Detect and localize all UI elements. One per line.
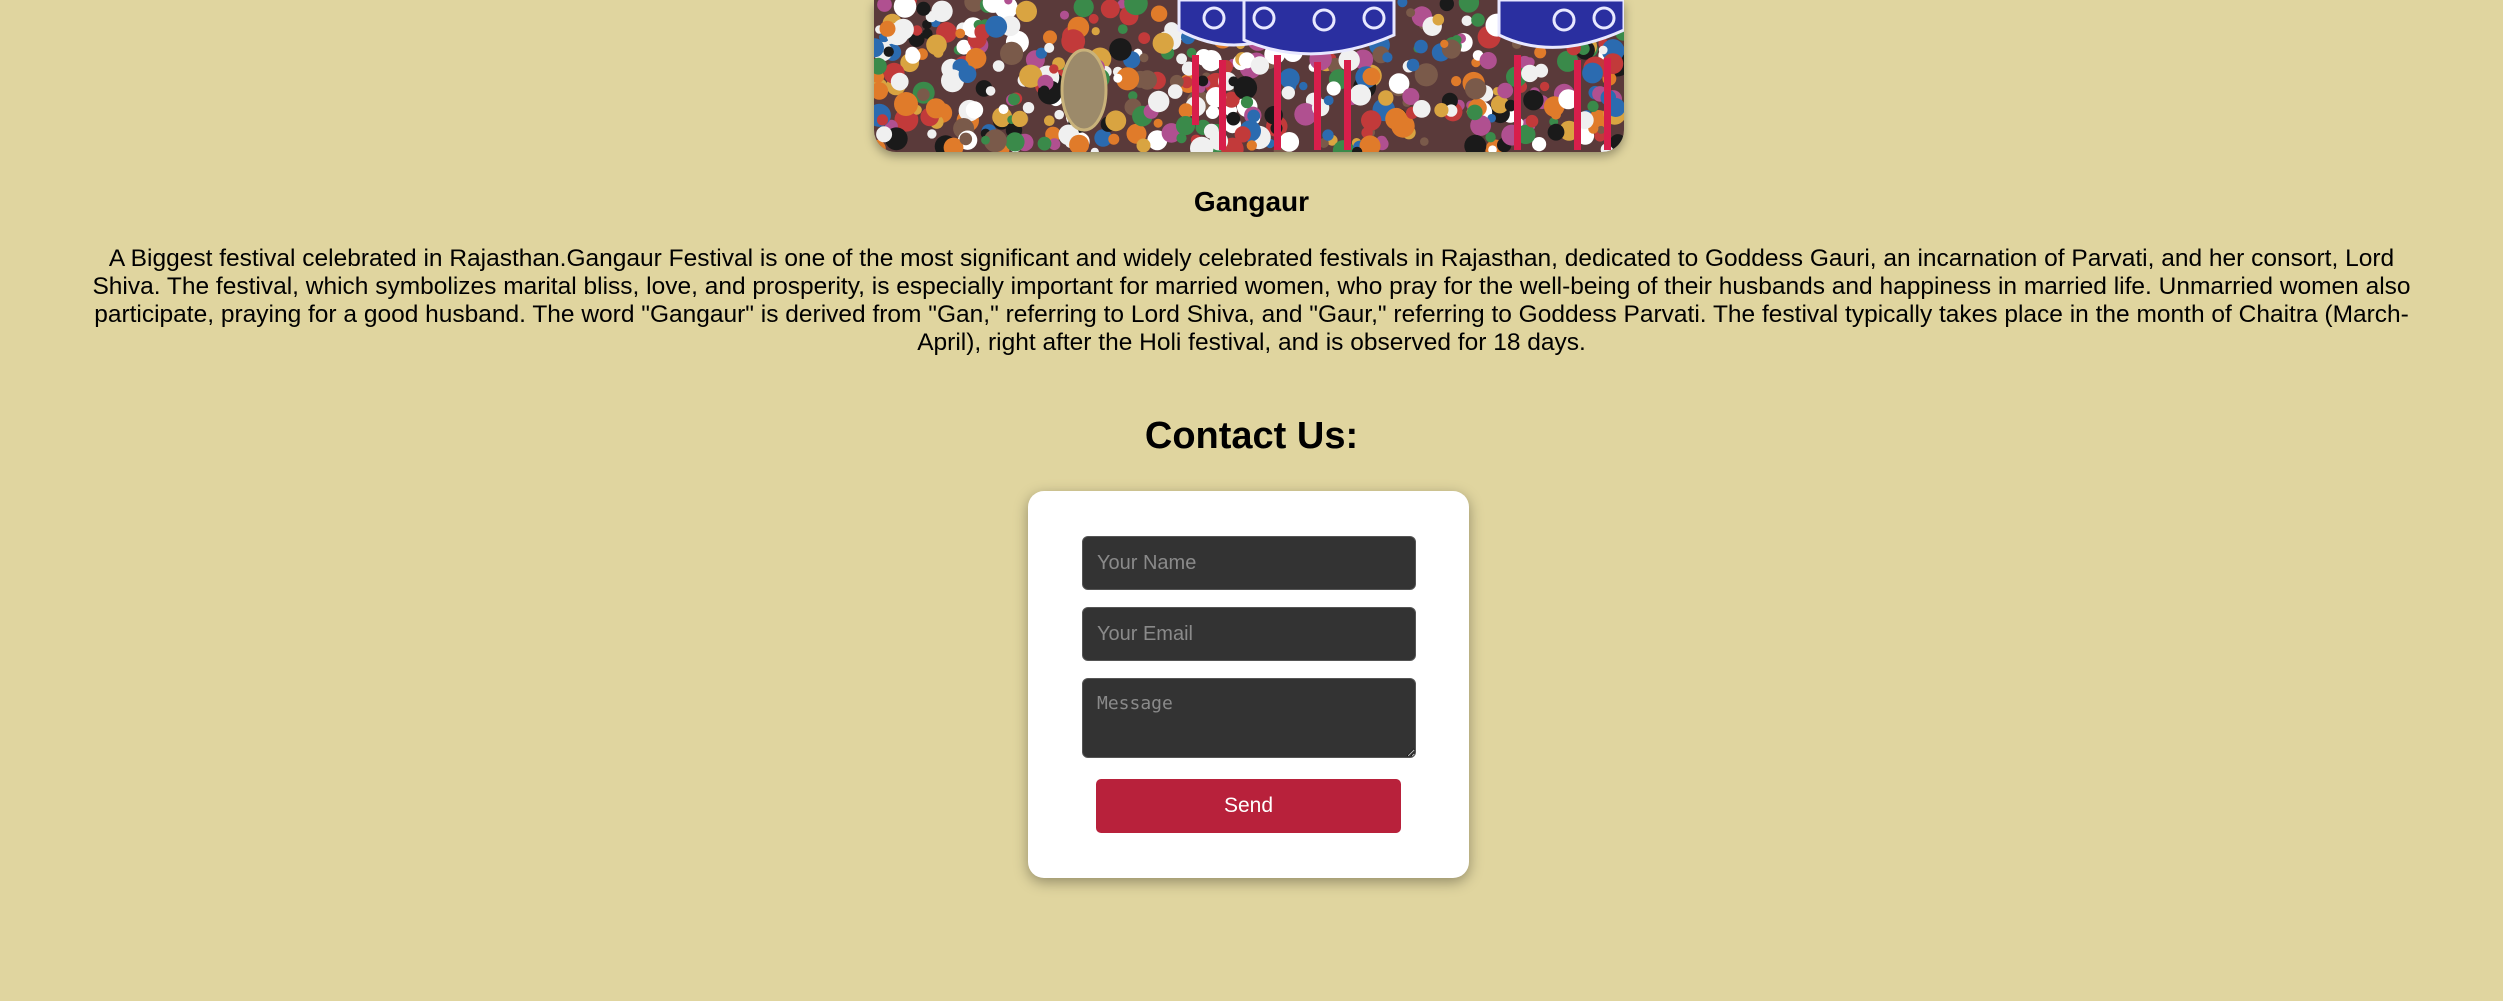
contact-form: Send	[1028, 491, 1469, 878]
send-button[interactable]: Send	[1096, 779, 1401, 833]
email-input[interactable]	[1082, 607, 1416, 661]
name-input[interactable]	[1082, 536, 1416, 590]
festival-image	[874, 0, 1624, 152]
contact-heading: Contact Us:	[1144, 415, 1359, 457]
page: Gangaur A Biggest festival celebrated in…	[0, 0, 2503, 1001]
message-textarea[interactable]	[1082, 678, 1416, 758]
festival-title: Gangaur	[1193, 186, 1310, 217]
festival-description: A Biggest festival celebrated in Rajasth…	[92, 245, 2411, 356]
